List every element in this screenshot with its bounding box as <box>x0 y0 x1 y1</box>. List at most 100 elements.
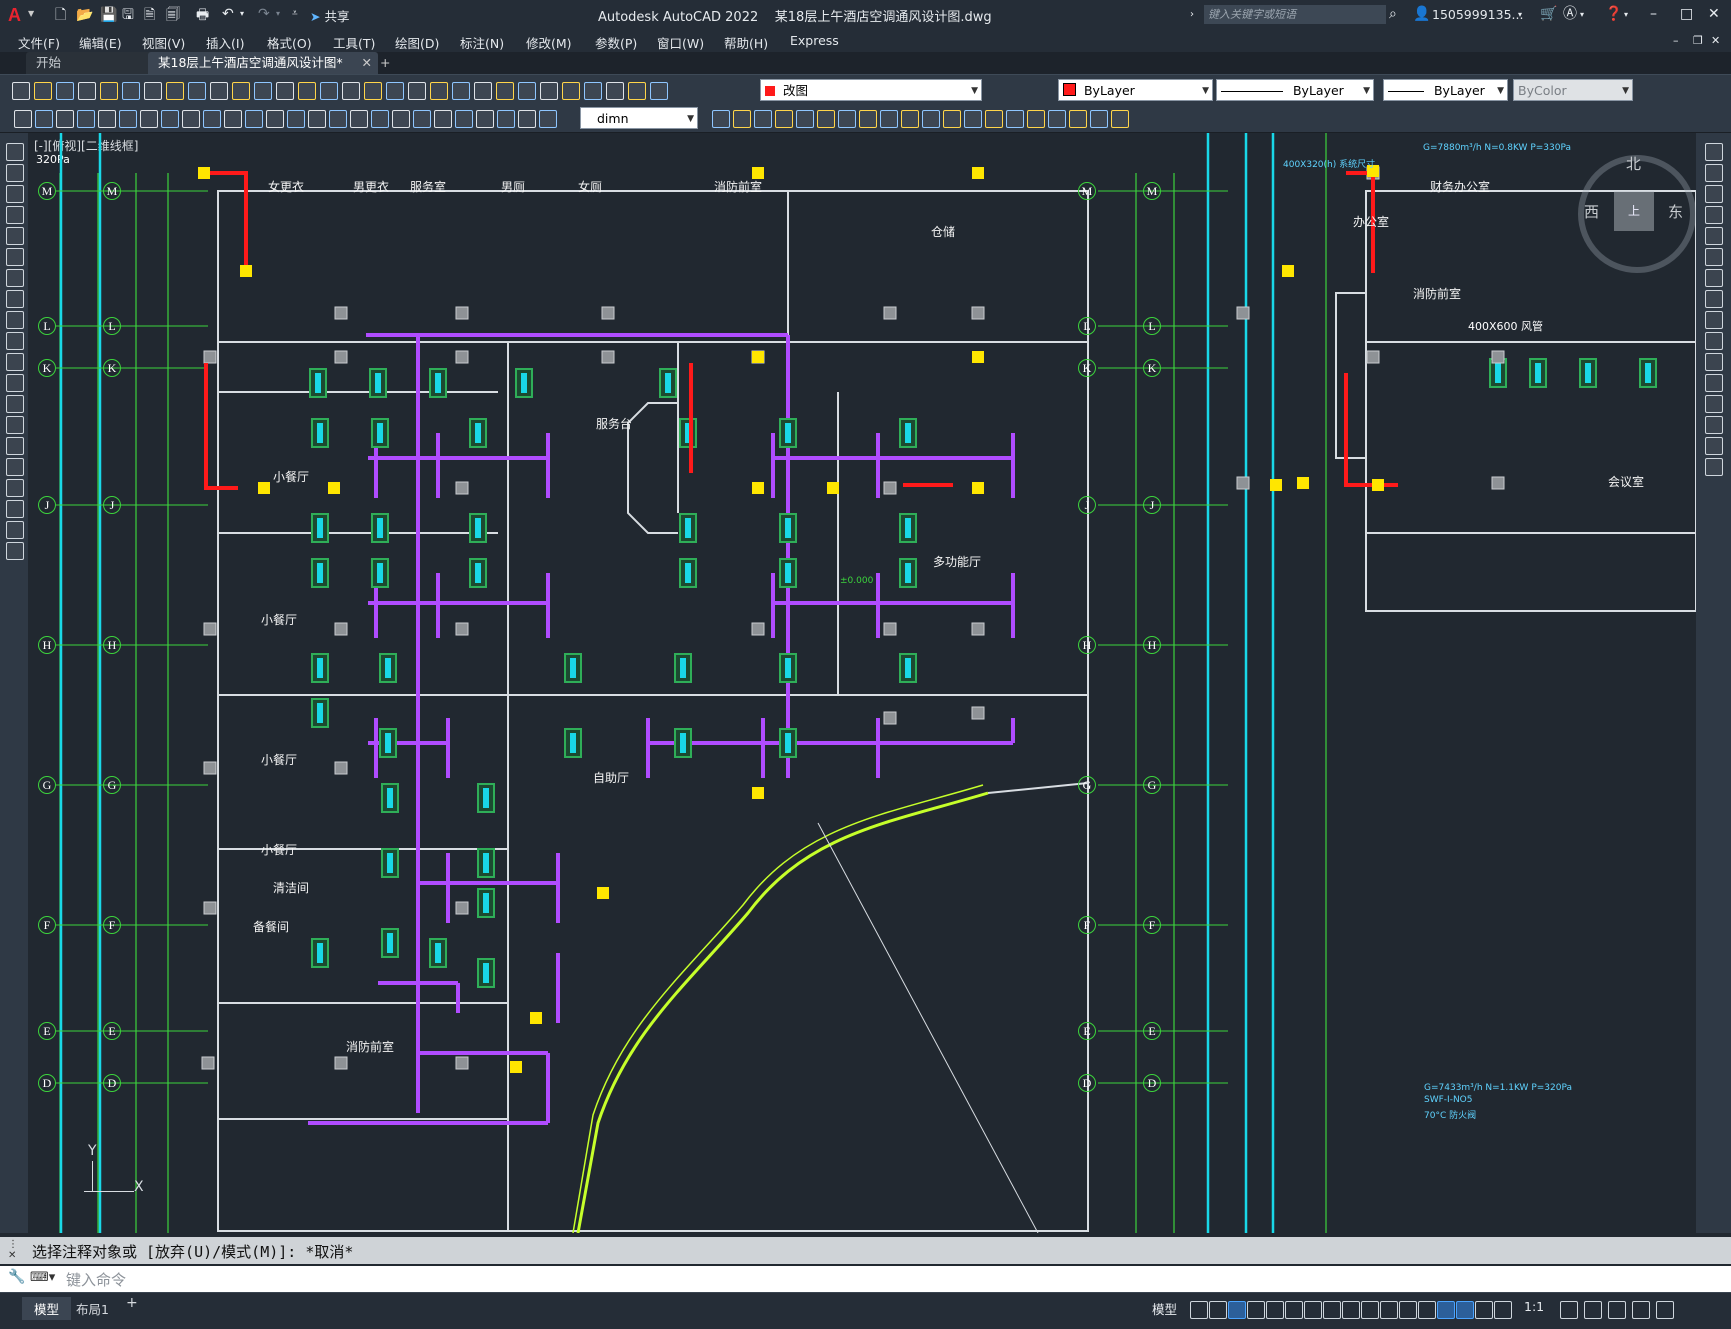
standard-tool-12-icon[interactable] <box>254 82 272 100</box>
model-space-button[interactable]: 模型 <box>1152 1299 1177 1318</box>
wrench-icon[interactable]: 🔧 <box>8 1269 25 1285</box>
standard-tool-3-icon[interactable] <box>56 82 74 100</box>
status-toggle-6-icon[interactable] <box>1285 1301 1303 1319</box>
menu-parametric[interactable]: 参数(P) <box>595 33 637 52</box>
draw-tool-9-icon[interactable] <box>6 311 24 329</box>
object-tool-11-icon[interactable] <box>922 110 940 128</box>
dim-tool-6-icon[interactable] <box>119 110 137 128</box>
modify-tool-13-icon[interactable] <box>1705 395 1723 413</box>
doc-restore-icon[interactable]: ❐ <box>1693 33 1703 49</box>
standard-tool-17-icon[interactable] <box>364 82 382 100</box>
draw-tool-17-icon[interactable] <box>6 479 24 497</box>
dim-tool-21-icon[interactable] <box>434 110 452 128</box>
modify-tool-2-icon[interactable] <box>1705 164 1723 182</box>
dim-tool-1-icon[interactable] <box>14 110 32 128</box>
draw-tool-10-icon[interactable] <box>6 332 24 350</box>
undo-dropdown-icon[interactable]: ▾ <box>240 6 244 22</box>
standard-tool-27-icon[interactable] <box>584 82 602 100</box>
draw-tool-15-icon[interactable] <box>6 437 24 455</box>
doc-close-icon[interactable]: ✕ <box>1711 33 1720 49</box>
status-toggle-19-icon[interactable] <box>1584 1301 1602 1319</box>
status-toggle-21-icon[interactable] <box>1632 1301 1650 1319</box>
a360-dropdown-icon[interactable]: ▾ <box>1580 7 1584 23</box>
draw-tool-19-icon[interactable] <box>6 521 24 539</box>
modify-tool-1-icon[interactable] <box>1705 143 1723 161</box>
draw-tool-14-icon[interactable] <box>6 416 24 434</box>
color-dropdown[interactable]: ByLayer ▼ <box>1058 79 1213 101</box>
search-expand-icon[interactable]: › <box>1190 7 1194 23</box>
user-icon[interactable]: 👤 <box>1413 6 1430 22</box>
store-cart-icon[interactable]: 🛒 <box>1540 6 1557 22</box>
new-tab-button[interactable]: + <box>370 52 400 74</box>
dim-tool-5-icon[interactable] <box>98 110 116 128</box>
draw-tool-20-icon[interactable] <box>6 542 24 560</box>
dim-tool-25-icon[interactable] <box>518 110 536 128</box>
dim-tool-24-icon[interactable] <box>497 110 515 128</box>
modify-tool-14-icon[interactable] <box>1705 416 1723 434</box>
object-tool-20-icon[interactable] <box>1111 110 1129 128</box>
object-tool-18-icon[interactable] <box>1069 110 1087 128</box>
modify-tool-10-icon[interactable] <box>1705 332 1723 350</box>
modify-tool-15-icon[interactable] <box>1705 437 1723 455</box>
menu-modify[interactable]: 修改(M) <box>526 33 572 52</box>
status-toggle-3-icon[interactable] <box>1228 1301 1246 1319</box>
search-input[interactable]: 键入关键字或短语 <box>1204 5 1386 24</box>
save-web-icon[interactable]: 🗐 <box>166 7 180 23</box>
object-tool-17-icon[interactable] <box>1048 110 1066 128</box>
modify-tool-3-icon[interactable] <box>1705 185 1723 203</box>
standard-tool-7-icon[interactable] <box>144 82 162 100</box>
status-toggle-11-icon[interactable] <box>1380 1301 1398 1319</box>
menu-express[interactable]: Express <box>790 33 839 48</box>
standard-tool-26-icon[interactable] <box>562 82 580 100</box>
menu-insert[interactable]: 插入(I) <box>206 33 244 52</box>
doc-minimize-icon[interactable]: – <box>1673 33 1679 49</box>
compass-west[interactable]: 西 <box>1584 201 1599 222</box>
status-toggle-1-icon[interactable] <box>1190 1301 1208 1319</box>
status-toggle-16-icon[interactable] <box>1475 1301 1493 1319</box>
autocad-logo-icon[interactable]: A <box>8 5 21 26</box>
draw-tool-3-icon[interactable] <box>6 185 24 203</box>
status-toggle-12-icon[interactable] <box>1399 1301 1417 1319</box>
dim-tool-8-icon[interactable] <box>161 110 179 128</box>
draw-tool-1-icon[interactable] <box>6 143 24 161</box>
modify-tool-8-icon[interactable] <box>1705 290 1723 308</box>
modify-tool-6-icon[interactable] <box>1705 248 1723 266</box>
modify-tool-5-icon[interactable] <box>1705 227 1723 245</box>
menu-draw[interactable]: 绘图(D) <box>395 33 439 52</box>
draw-tool-2-icon[interactable] <box>6 164 24 182</box>
menu-file[interactable]: 文件(F) <box>18 33 60 52</box>
layout-tab-model[interactable]: 模型 <box>22 1297 72 1320</box>
status-toggle-5-icon[interactable] <box>1266 1301 1284 1319</box>
standard-tool-15-icon[interactable] <box>320 82 338 100</box>
standard-tool-10-icon[interactable] <box>210 82 228 100</box>
standard-tool-6-icon[interactable] <box>122 82 140 100</box>
standard-tool-18-icon[interactable] <box>386 82 404 100</box>
command-input[interactable]: 键入命令 <box>66 1269 126 1290</box>
standard-tool-11-icon[interactable] <box>232 82 250 100</box>
menu-edit[interactable]: 编辑(E) <box>79 33 122 52</box>
dim-tool-26-icon[interactable] <box>539 110 557 128</box>
status-toggle-2-icon[interactable] <box>1209 1301 1227 1319</box>
draw-tool-8-icon[interactable] <box>6 290 24 308</box>
draw-tool-7-icon[interactable] <box>6 269 24 287</box>
standard-tool-23-icon[interactable] <box>496 82 514 100</box>
dim-tool-16-icon[interactable] <box>329 110 347 128</box>
dim-tool-13-icon[interactable] <box>266 110 284 128</box>
dim-tool-9-icon[interactable] <box>182 110 200 128</box>
share-button[interactable]: ➤ 共享 <box>310 6 349 25</box>
dim-tool-20-icon[interactable] <box>413 110 431 128</box>
draw-tool-16-icon[interactable] <box>6 458 24 476</box>
dim-tool-22-icon[interactable] <box>455 110 473 128</box>
standard-tool-14-icon[interactable] <box>298 82 316 100</box>
compass-east[interactable]: 东 <box>1668 201 1683 222</box>
search-icon[interactable]: ⌕ <box>1389 6 1397 22</box>
menu-view[interactable]: 视图(V) <box>142 33 185 52</box>
dimstyle-dropdown[interactable]: dimn ▼ <box>580 107 698 129</box>
status-toggle-17-icon[interactable] <box>1494 1301 1512 1319</box>
autodesk-a360-icon[interactable]: Ⓐ <box>1563 6 1577 22</box>
dim-tool-14-icon[interactable] <box>287 110 305 128</box>
maximize-button[interactable]: □ <box>1680 6 1693 22</box>
menu-help[interactable]: 帮助(H) <box>724 33 768 52</box>
dim-tool-2-icon[interactable] <box>35 110 53 128</box>
standard-tool-25-icon[interactable] <box>540 82 558 100</box>
